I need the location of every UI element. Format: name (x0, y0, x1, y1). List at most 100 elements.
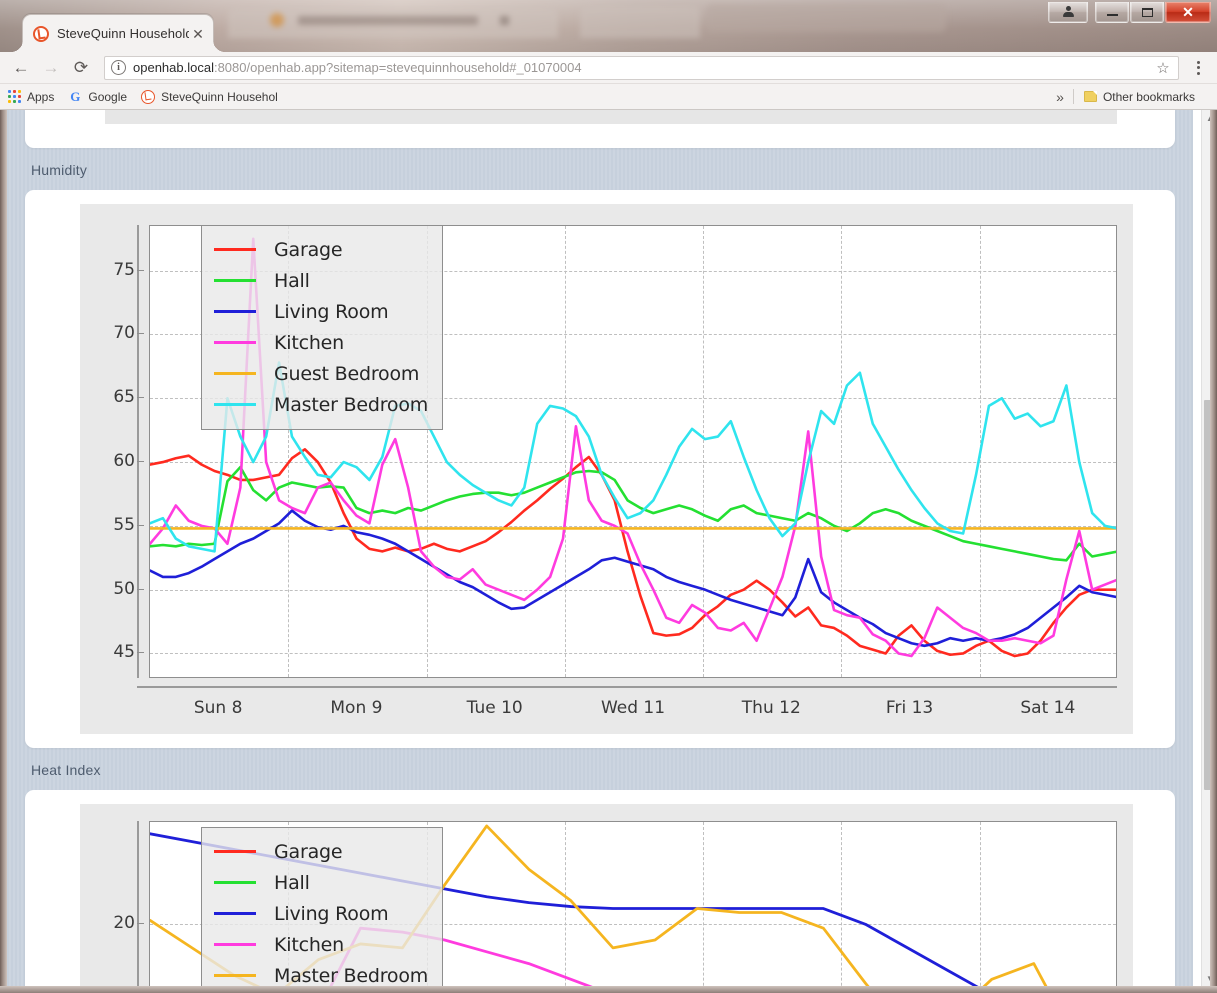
address-bar[interactable]: i openhab.local:8080/openhab.app?sitemap… (104, 55, 1179, 80)
menu-dot (1196, 60, 1200, 64)
openhab-page: Humidity 45 50 55 60 65 70 75 Sun 8 Mon 9 Tue 10 W… (7, 110, 1193, 986)
series-line-garage (150, 448, 1116, 658)
heat-index-y-tick-label: 20 (113, 913, 135, 934)
humidity-y-tick-label: 65 (113, 387, 135, 408)
bookmark-stevequinn-household[interactable]: SteveQuinn Househol (141, 89, 278, 104)
bookmarks-bar: Apps G Google SteveQuinn Househol » Othe… (0, 84, 1217, 110)
tab-title: SteveQuinn Household (57, 26, 189, 41)
legend-color-swatch (214, 912, 256, 915)
chrome-menu-icon[interactable] (1185, 54, 1211, 82)
bookmark-apps-label: Apps (27, 89, 55, 104)
legend-label: Hall (274, 871, 310, 894)
window-border-left (0, 110, 7, 993)
menu-dot (1196, 66, 1200, 69)
legend-item: Garage (214, 234, 428, 265)
legend-label: Garage (274, 840, 343, 863)
humidity-x-tick-label: Thu 12 (741, 698, 801, 718)
y-tick-mark (137, 397, 144, 399)
y-tick-mark (137, 652, 144, 654)
legend-color-swatch (214, 850, 256, 853)
humidity-x-tick-label: Wed 11 (600, 698, 666, 718)
humidity-x-tick-label: Tue 10 (466, 698, 523, 718)
folder-icon (1083, 91, 1097, 102)
browser-toolbar: ← → ⟳ i openhab.local:8080/openhab.app?s… (0, 52, 1217, 84)
y-tick-mark (137, 524, 144, 526)
window-border-bottom (0, 986, 1217, 993)
humidity-x-tick-label: Mon 9 (330, 698, 383, 718)
previous-chart-card-clipped (25, 110, 1175, 148)
url-path: :8080/openhab.app?sitemap=stevequinnhous… (213, 60, 582, 75)
legend-color-swatch (214, 974, 256, 977)
clipped-chart-remnant (105, 110, 1117, 124)
heat-index-chart-image[interactable]: 1820GarageHallLiving RoomKitchenMaster B… (80, 804, 1133, 986)
legend-label: Kitchen (274, 933, 345, 956)
window-border-right (1210, 110, 1217, 993)
legend-label: Master Bedroom (274, 393, 429, 416)
site-info-icon[interactable]: i (111, 60, 126, 75)
humidity-chart-image[interactable]: 45 50 55 60 65 70 75 Sun 8 Mon 9 Tue 10 Wed 11 Thu … (80, 204, 1133, 734)
legend-color-swatch (214, 341, 256, 344)
legend-label: Guest Bedroom (274, 362, 420, 385)
openhab-icon (141, 89, 156, 104)
section-title-humidity: Humidity (31, 162, 88, 178)
heat-index-chart: 1820GarageHallLiving RoomKitchenMaster B… (80, 804, 1175, 986)
bookmark-star-icon[interactable]: ☆ (1154, 59, 1172, 77)
legend-color-swatch (214, 279, 256, 282)
forward-button[interactable]: → (36, 53, 66, 83)
tab-stevequinn-household[interactable]: SteveQuinn Household ✕ (11, 14, 225, 52)
series-line-living-room (150, 509, 1116, 648)
tab-strip: SteveQuinn Household ✕ (0, 14, 1217, 52)
y-tick-mark (137, 333, 144, 335)
humidity-y-tick-label: 75 (113, 259, 135, 280)
browser-window: ✕ SteveQuinn Household ✕ ← → ⟳ i openhab… (0, 0, 1217, 993)
y-tick-mark (137, 269, 144, 271)
legend-item: Hall (214, 265, 428, 296)
bookmark-google-label: Google (88, 89, 128, 104)
tab-close-icon[interactable]: ✕ (189, 25, 207, 43)
bookmark-apps[interactable]: Apps (8, 90, 54, 104)
humidity-y-tick-label: 50 (113, 578, 135, 599)
legend-color-swatch (214, 248, 256, 251)
y-tick-mark (137, 588, 144, 590)
humidity-chart-card: 45 50 55 60 65 70 75 Sun 8 Mon 9 Tue 10 Wed 11 Thu … (25, 190, 1175, 748)
legend-color-swatch (214, 943, 256, 946)
humidity-y-tick-label: 60 (113, 451, 135, 472)
bookmarks-overflow-icon[interactable]: » (1056, 89, 1064, 105)
google-icon: G (70, 88, 81, 104)
openhab-icon (33, 25, 49, 42)
y-tick-mark (137, 461, 144, 463)
legend-label: Living Room (274, 902, 389, 925)
legend-label: Kitchen (274, 331, 345, 354)
humidity-x-axis (137, 686, 1117, 688)
y-tick-mark (137, 923, 144, 925)
legend-item: Garage (214, 836, 428, 867)
humidity-y-tick-label: 70 (113, 323, 135, 344)
heat-index-legend: Garage Hall Living Room Kitchen Master Bedro… (201, 827, 444, 986)
menu-dot (1196, 71, 1200, 75)
legend-color-swatch (214, 372, 256, 375)
humidity-y-tick-label: 45 (113, 642, 135, 663)
bookmark-site-label: SteveQuinn Househol (161, 89, 278, 104)
url-host: openhab.local (133, 60, 214, 75)
legend-item: Living Room (214, 296, 428, 327)
heat-index-y-axis (137, 821, 139, 986)
humidity-chart: 45 50 55 60 65 70 75 Sun 8 Mon 9 Tue 10 Wed 11 Thu … (80, 204, 1175, 734)
legend-label: Master Bedroom (274, 964, 429, 987)
humidity-x-tick-label: Sat 14 (1020, 698, 1076, 718)
apps-grid-icon (8, 90, 21, 103)
legend-color-swatch (214, 881, 256, 884)
humidity-y-tick-label: 55 (113, 514, 135, 535)
legend-color-swatch (214, 403, 256, 406)
reload-button[interactable]: ⟳ (66, 53, 96, 83)
humidity-y-axis (137, 225, 139, 678)
bookmarks-separator (1072, 89, 1074, 104)
legend-label: Living Room (274, 300, 389, 323)
back-button[interactable]: ← (6, 53, 36, 83)
bookmark-google[interactable]: G Google (68, 88, 128, 104)
legend-item: Master Bedroom (214, 960, 428, 986)
humidity-x-tick-label: Sun 8 (193, 698, 243, 718)
bookmark-other-folder[interactable]: Other bookmarks (1083, 89, 1195, 104)
legend-item: Kitchen (214, 327, 428, 358)
other-bookmarks-label: Other bookmarks (1102, 89, 1195, 104)
legend-label: Hall (274, 269, 310, 292)
